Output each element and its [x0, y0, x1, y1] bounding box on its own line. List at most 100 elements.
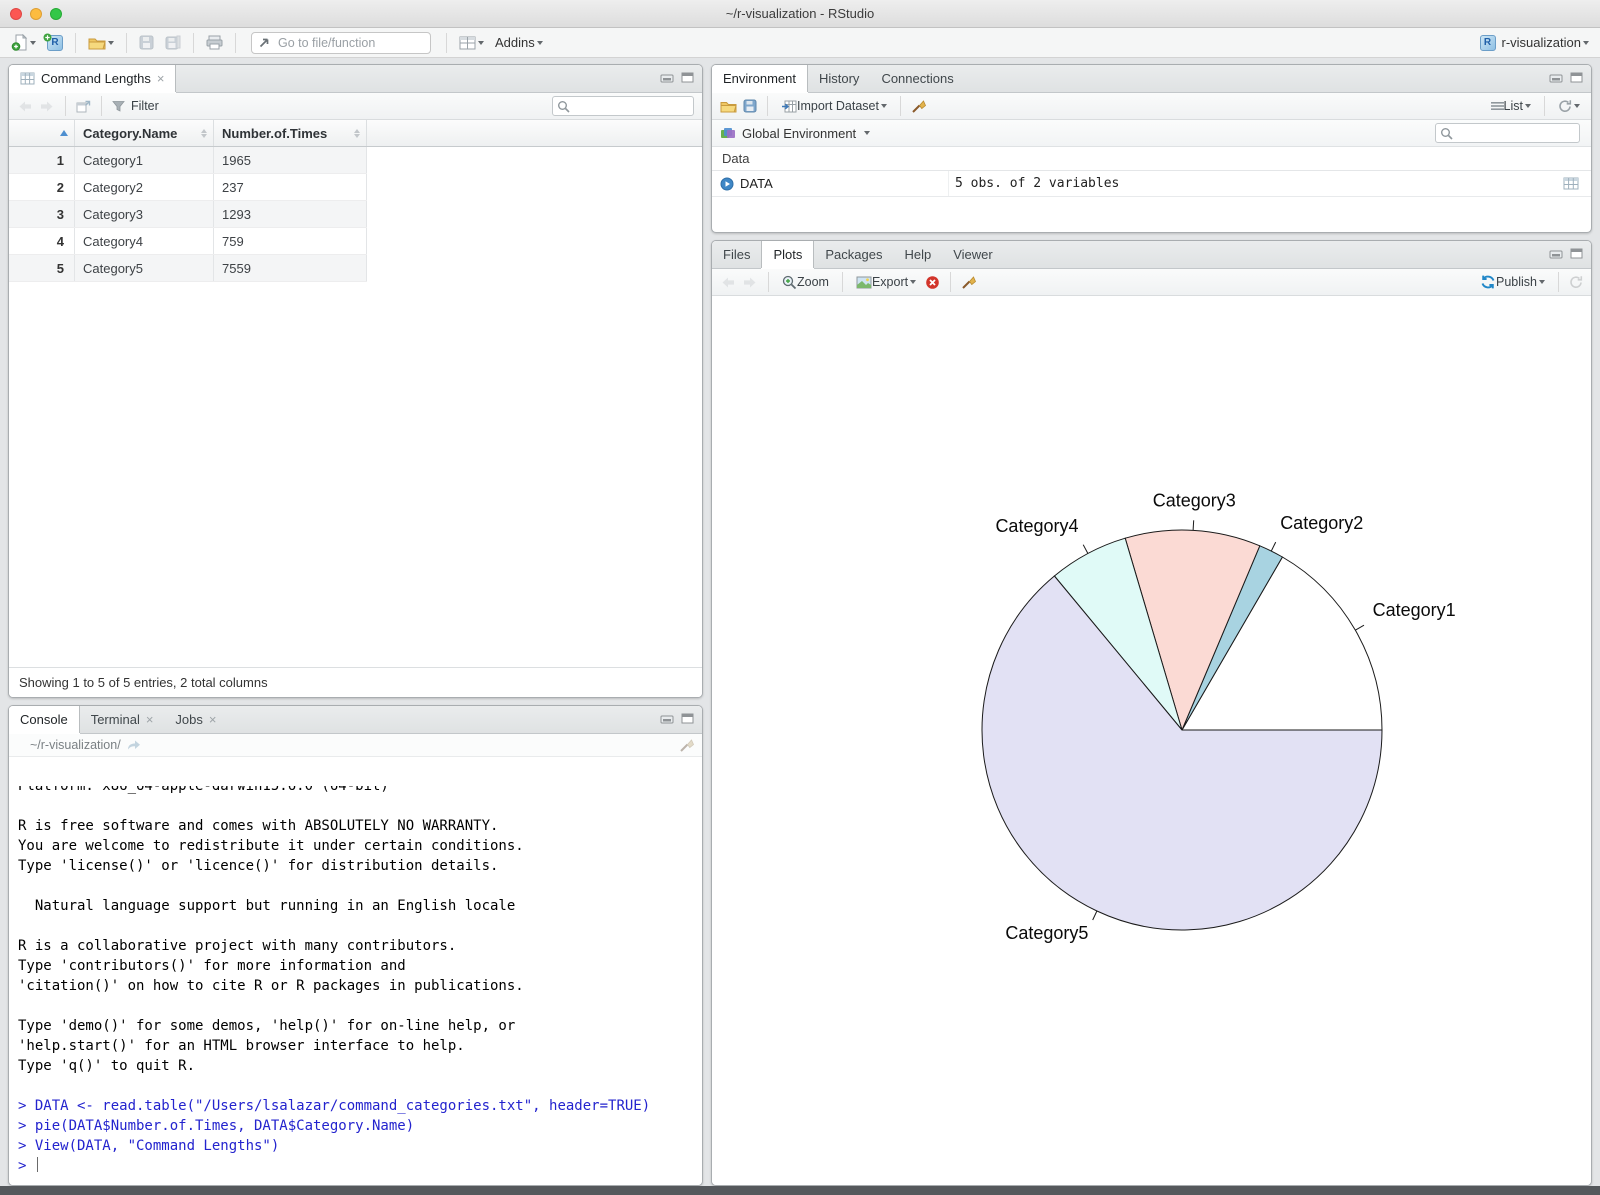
- tab-connections[interactable]: Connections: [870, 65, 964, 92]
- zoom-plot-button[interactable]: Zoom: [779, 273, 832, 292]
- table-cell: 7559: [214, 255, 367, 281]
- expand-object-icon[interactable]: [720, 177, 734, 191]
- print-button[interactable]: [203, 33, 226, 52]
- tab-jobs[interactable]: Jobs ×: [164, 706, 227, 733]
- maximize-pane-icon[interactable]: [1570, 248, 1583, 259]
- filter-icon[interactable]: [112, 100, 125, 113]
- addins-button[interactable]: Addins: [492, 33, 546, 52]
- refresh-plot-icon[interactable]: [1569, 275, 1583, 289]
- forward-icon[interactable]: [39, 100, 55, 113]
- table-row[interactable]: 1 Category1 1965: [9, 147, 367, 174]
- tab-command-lengths[interactable]: Command Lengths ×: [9, 65, 177, 92]
- clear-console-icon[interactable]: [679, 738, 694, 753]
- environment-search-input[interactable]: [1456, 125, 1575, 141]
- open-file-button[interactable]: [85, 34, 117, 52]
- table-cell: Category3: [75, 201, 214, 227]
- refresh-environment-button[interactable]: [1555, 97, 1583, 115]
- clear-environment-icon[interactable]: [911, 99, 926, 114]
- table-row[interactable]: 2 Category2 237: [9, 174, 367, 201]
- table-search-box[interactable]: [552, 96, 694, 116]
- goto-file-input[interactable]: [276, 34, 441, 51]
- environment-search-box[interactable]: [1435, 123, 1580, 143]
- tab-files[interactable]: Files: [712, 241, 761, 268]
- toolbar-separator: [446, 32, 447, 53]
- environment-scope-label[interactable]: Global Environment: [742, 126, 856, 141]
- project-label: r-visualization: [1501, 35, 1581, 50]
- minimize-pane-icon[interactable]: [660, 72, 674, 83]
- tab-packages[interactable]: Packages: [814, 241, 893, 268]
- export-plot-button[interactable]: Export: [853, 273, 919, 291]
- view-data-icon[interactable]: [1563, 177, 1579, 190]
- table-cell: 759: [214, 228, 367, 254]
- console-output[interactable]: Platform: x86_64-apple-darwin15.6.0 (64-…: [9, 786, 702, 1185]
- close-icon[interactable]: ×: [157, 72, 165, 85]
- table-cell: 3: [9, 201, 75, 227]
- table-status-bar: Showing 1 to 5 of 5 entries, 2 total col…: [9, 667, 702, 697]
- tab-environment[interactable]: Environment: [712, 65, 808, 92]
- print-icon: [206, 35, 223, 50]
- tab-terminal[interactable]: Terminal ×: [80, 706, 165, 733]
- save-button[interactable]: [136, 33, 157, 52]
- list-view-button[interactable]: List: [1488, 97, 1534, 115]
- next-plot-icon[interactable]: [742, 276, 758, 289]
- minimize-pane-icon[interactable]: [1549, 72, 1563, 83]
- toolbar-separator: [1558, 272, 1559, 292]
- close-icon[interactable]: ×: [146, 713, 154, 726]
- minimize-pane-icon[interactable]: [1549, 248, 1563, 259]
- open-in-window-icon[interactable]: [76, 100, 91, 113]
- toolbar-separator: [767, 96, 768, 116]
- project-selector[interactable]: R r-visualization: [1477, 33, 1592, 53]
- goto-file-box[interactable]: [251, 31, 441, 54]
- filter-label[interactable]: Filter: [131, 99, 159, 113]
- table-row[interactable]: 5 Category5 7559: [9, 255, 367, 282]
- environment-object-row[interactable]: DATA 5 obs. of 2 variables: [712, 171, 1591, 197]
- new-file-button[interactable]: [8, 32, 39, 53]
- goto-directory-icon[interactable]: [126, 739, 141, 751]
- console-tabbar: Console Terminal × Jobs ×: [9, 706, 702, 734]
- pie-slice-label: Category3: [1153, 490, 1236, 510]
- minimize-pane-icon[interactable]: [660, 713, 674, 724]
- maximize-pane-icon[interactable]: [681, 72, 694, 83]
- main-toolbar: R Go to file/function Addins R r-visuali…: [0, 28, 1600, 58]
- remove-plot-icon[interactable]: [925, 275, 940, 290]
- tab-label: History: [818, 71, 860, 86]
- goto-arrow-icon: [258, 36, 271, 49]
- table-row[interactable]: 4 Category4 759: [9, 228, 367, 255]
- clear-plots-icon[interactable]: [961, 275, 977, 290]
- tab-console[interactable]: Console: [9, 706, 80, 733]
- publish-button[interactable]: Publish: [1477, 272, 1548, 292]
- back-icon[interactable]: [17, 100, 33, 113]
- tab-viewer[interactable]: Viewer: [942, 241, 1004, 268]
- close-icon[interactable]: ×: [209, 713, 217, 726]
- save-all-button[interactable]: [162, 33, 184, 52]
- load-workspace-icon[interactable]: [720, 100, 737, 113]
- table-search-input[interactable]: [573, 98, 689, 114]
- tab-plots[interactable]: Plots: [761, 241, 815, 268]
- save-workspace-icon[interactable]: [743, 99, 757, 113]
- table-cell: 237: [214, 174, 367, 200]
- table-row[interactable]: 3 Category3 1293: [9, 201, 367, 228]
- tab-history[interactable]: History: [808, 65, 870, 92]
- import-dataset-button[interactable]: Import Dataset: [778, 97, 890, 115]
- console-output-line: 'citation()' on how to cite R or R packa…: [18, 978, 524, 994]
- pie-label-tick: [1270, 541, 1277, 552]
- tab-help[interactable]: Help: [893, 241, 942, 268]
- tab-label: Terminal: [90, 712, 140, 727]
- column-header-category-name[interactable]: Category.Name: [75, 120, 214, 146]
- maximize-pane-icon[interactable]: [681, 713, 694, 724]
- tab-label: Jobs: [175, 712, 203, 727]
- maximize-pane-icon[interactable]: [1570, 72, 1583, 83]
- pane-layout-button[interactable]: [456, 34, 487, 52]
- table-cell: 5: [9, 255, 75, 281]
- row-number-header[interactable]: [9, 120, 75, 146]
- new-project-button[interactable]: R: [43, 33, 66, 53]
- export-label: Export: [871, 275, 909, 289]
- previous-plot-icon[interactable]: [720, 276, 736, 289]
- plots-pane: Files Plots Packages Help Viewer Zoom Ex…: [711, 240, 1592, 1186]
- column-header-number-of-times[interactable]: Number.of.Times: [214, 120, 367, 146]
- console-pane: Console Terminal × Jobs × ~/r-visualizatio…: [8, 705, 703, 1186]
- toolbar-separator: [126, 32, 127, 53]
- console-prompt[interactable]: >: [18, 1156, 702, 1176]
- pie-label-tick: [1355, 624, 1365, 631]
